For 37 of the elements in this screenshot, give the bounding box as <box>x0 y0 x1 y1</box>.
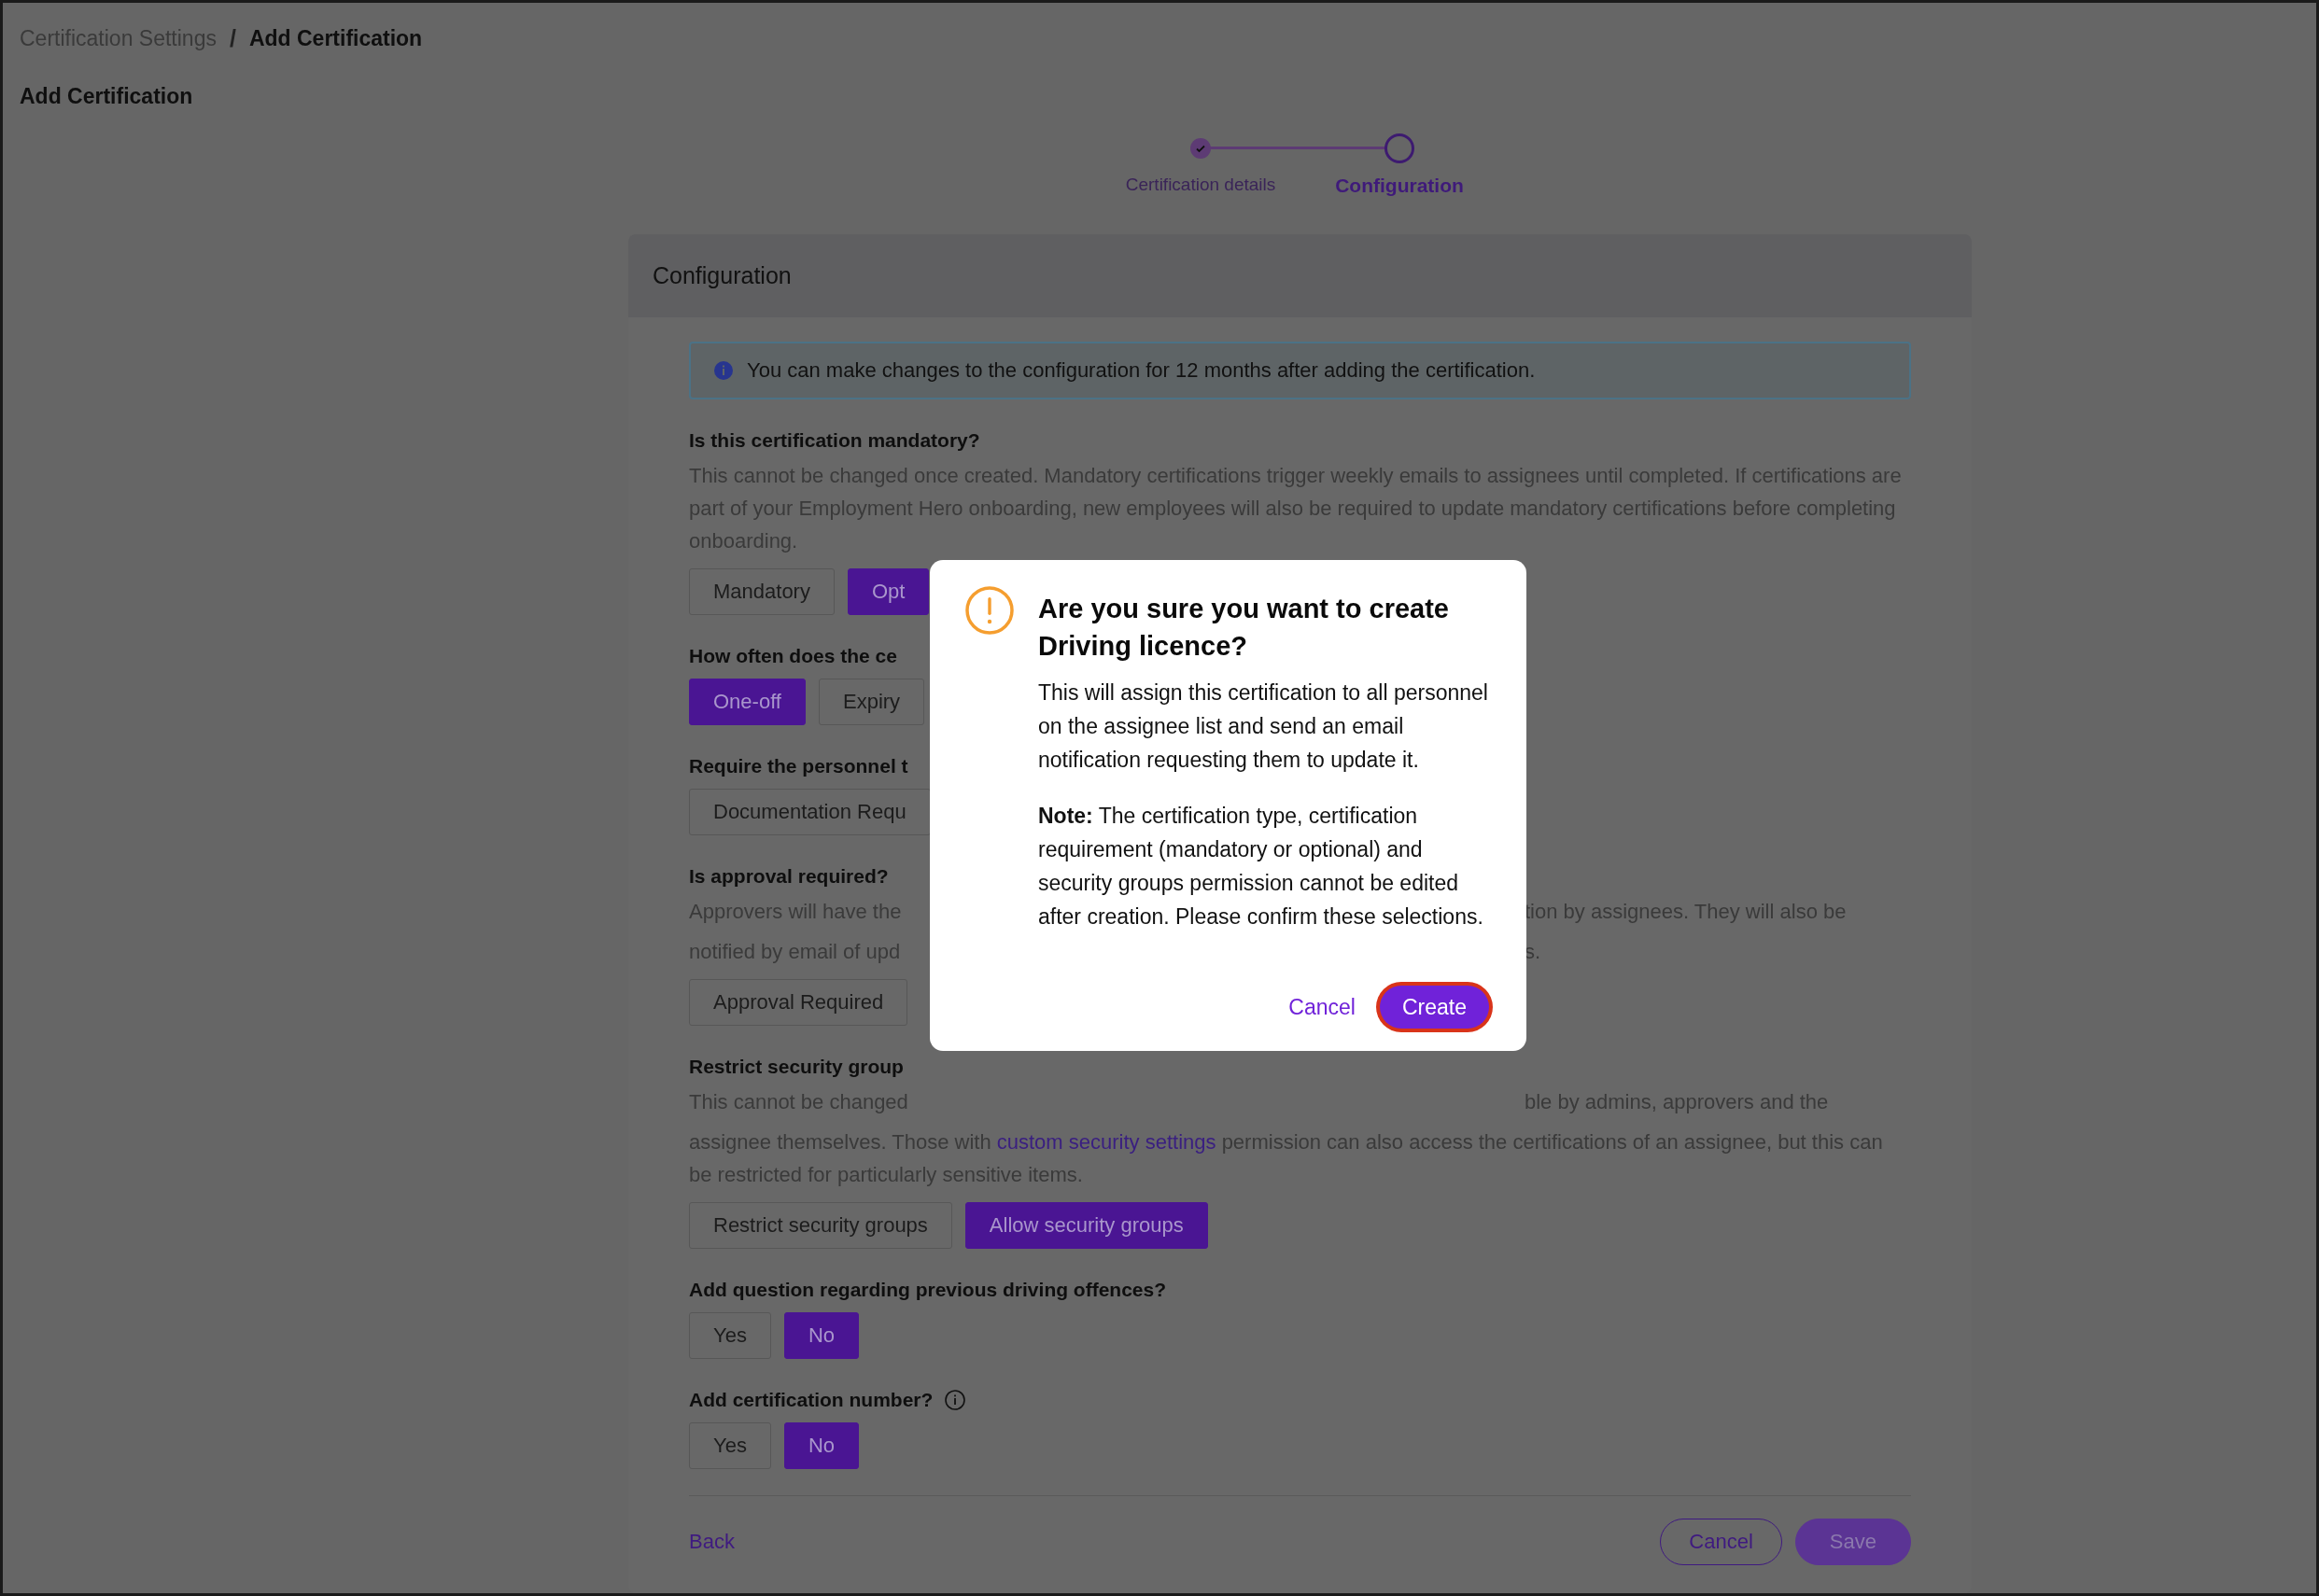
question-title: Add certification number? <box>689 1389 934 1411</box>
breadcrumb-separator: / <box>229 25 236 52</box>
step-label[interactable]: Certification details <box>1125 175 1276 195</box>
option-button[interactable]: Restrict security groups <box>689 1202 952 1249</box>
dialog-text: Note: The certification type, certification requirement (mandatory or optional) and security groups permission cannot be edited after creation. Please confirm these selections. <box>1038 803 1484 931</box>
settings-link[interactable]: custom security settings <box>996 1130 1216 1154</box>
option-button[interactable]: Expiry <box>819 679 925 725</box>
card-title: Configuration <box>653 262 792 288</box>
option-button[interactable]: Documentation Requ <box>689 789 931 835</box>
question-title: How often does the ce <box>689 645 897 667</box>
info-icon <box>713 360 734 381</box>
question-title: Is approval required? <box>689 865 889 888</box>
question-title: Is this certification mandatory? <box>689 429 980 452</box>
cancel-button[interactable]: Cancel <box>1660 1519 1782 1565</box>
step-label[interactable]: Configuration <box>1335 175 1464 197</box>
page-title: Add Certification <box>20 84 194 109</box>
option-button[interactable]: Opt <box>847 568 930 615</box>
back-link[interactable]: Back <box>689 1530 735 1554</box>
dialog-text: This will assign this certification to all personnel on the assignee list and send an email notification requesting them to update it. <box>1038 679 1489 774</box>
option-button[interactable]: Yes <box>689 1312 771 1359</box>
option-button[interactable]: No <box>783 1422 859 1469</box>
save-button[interactable]: Save <box>1794 1519 1911 1565</box>
dialog-title: Are you sure you want to create Driving licence? <box>1038 593 1450 663</box>
option-button[interactable]: One-off <box>689 679 806 725</box>
info-icon[interactable] <box>944 1389 967 1411</box>
cancel-button[interactable]: Cancel <box>1288 994 1356 1020</box>
info-text: You can make changes to the configuration for 12 months after adding the certification. <box>747 358 1536 383</box>
question-title: Require the personnel t <box>689 755 908 777</box>
question-title: Add question regarding previous driving offences? <box>689 1279 1167 1301</box>
option-button[interactable]: Mandatory <box>689 568 835 615</box>
warning-icon <box>965 586 1014 635</box>
breadcrumb-item: Add Certification <box>248 26 423 51</box>
option-button[interactable]: No <box>783 1312 859 1359</box>
option-button[interactable]: Allow security groups <box>964 1202 1208 1249</box>
question-title: Restrict security group <box>689 1056 904 1078</box>
option-button[interactable]: Yes <box>689 1422 771 1469</box>
option-button[interactable]: Approval Required <box>689 979 908 1026</box>
